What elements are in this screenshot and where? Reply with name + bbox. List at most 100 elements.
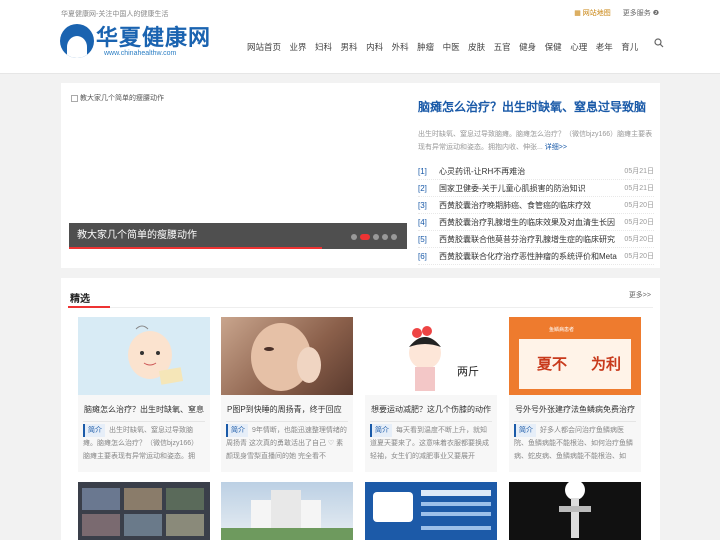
hospital-building-image [221, 490, 353, 540]
broken-image-icon [71, 94, 78, 102]
news-date: 05月20日 [624, 202, 654, 209]
news-list: [1] 心灵药讯-让RH不再难治 05月21日 [2] 国家卫健委-关于儿童心肌损害的… [418, 163, 654, 265]
news-title[interactable]: 西黄胶囊联合化疗治疗恶性肿瘤的系统评价和Meta [439, 248, 624, 264]
article-card-image[interactable] [78, 482, 210, 540]
nav-item[interactable]: 男科 [341, 41, 358, 53]
selection-section: 精选 更多>> 脑瘫怎么治疗？出生时缺氧、窒息 简介 出生时缺氧、窒息过导致脑瘫。… [61, 278, 660, 540]
nav-item[interactable]: 业界 [290, 41, 307, 53]
card-summary: 简介 出生时缺氧、窒息过导致脑瘫。脑瘫怎么治疗？（微信bjzy166）脑瘫主要表现… [83, 421, 205, 460]
card-image[interactable] [221, 317, 353, 395]
slider-dot[interactable] [351, 234, 357, 240]
section-more-link[interactable]: 更多>> [629, 290, 651, 300]
news-num: [1] [418, 167, 427, 176]
promo-poster-image: 夏不 为利 鱼鳞病患者 [519, 326, 631, 389]
cartoon-girl-illustration: 两斤 [409, 326, 479, 391]
news-date: 05月20日 [624, 253, 654, 260]
article-card[interactable]: 夏不 为利 鱼鳞病患者 号外号外张建疗法鱼鳞病免费治疗 简介 好多人都会问治疗鱼鳞病医… [509, 317, 641, 472]
news-title[interactable]: 西黄胶囊治疗乳腺增生的临床效果及对血清生长因 [439, 214, 624, 230]
card-title[interactable]: 脑瘫怎么治疗？出生时缺氧、窒息 [78, 395, 210, 421]
slide-image-alt: 教大家几个简单的瘦腰动作 [80, 95, 164, 102]
featured-more-link[interactable]: 详细>> [545, 144, 567, 151]
card-image-text: 为利 [591, 355, 621, 373]
image-slider[interactable]: 教大家几个简单的瘦腰动作 教大家几个简单的瘦腰动作 [69, 92, 407, 258]
list-item[interactable]: [1] 心灵药讯-让RH不再难治 05月21日 [418, 163, 654, 180]
slider-dot[interactable] [373, 234, 379, 240]
card-image[interactable]: 夏不 为利 鱼鳞病患者 [509, 317, 641, 395]
news-num: [6] [418, 252, 427, 261]
slider-dots [351, 234, 397, 240]
search-icon[interactable] [654, 38, 664, 48]
article-card[interactable]: 脑瘫怎么治疗？出生时缺氧、窒息 简介 出生时缺氧、窒息过导致脑瘫。脑瘫怎么治疗？（… [78, 317, 210, 472]
nav-item[interactable]: 老年 [596, 41, 613, 53]
nav-item[interactable]: 中医 [443, 41, 460, 53]
news-title[interactable]: 西黄胶囊联合他莫昔芬治疗乳腺增生症的临床研究 [439, 231, 624, 247]
card-image[interactable]: 两斤 [365, 317, 497, 395]
summary-tag: 简介 [226, 424, 248, 437]
news-num: [3] [418, 201, 427, 210]
nav-item[interactable]: 肿瘤 [417, 41, 434, 53]
face-photo [251, 323, 321, 391]
news-num: [4] [418, 218, 427, 227]
news-title[interactable]: 心灵药讯-让RH不再难治 [439, 163, 624, 179]
more-services-label: 更多服务 [622, 10, 651, 17]
nav-item[interactable]: 健身 [519, 41, 536, 53]
card-title[interactable]: P图P到快睡的周扬青，终于回应 [221, 395, 353, 421]
nav-item[interactable]: 网站首页 [247, 41, 281, 53]
news-num: [2] [418, 184, 427, 193]
news-date: 05月20日 [624, 219, 654, 226]
featured-title[interactable]: 脑瘫怎么治疗？出生时缺氧、窒息过导致脑 [418, 98, 654, 115]
news-date: 05月20日 [624, 236, 654, 243]
section-divider [68, 307, 653, 308]
nav-item[interactable]: 心理 [570, 41, 587, 53]
slider-dot-active[interactable] [360, 234, 370, 240]
slider-dot[interactable] [382, 234, 388, 240]
article-card-image[interactable] [221, 482, 353, 540]
logo-mark-icon [60, 24, 94, 58]
card-image-text: 两斤 [457, 365, 479, 378]
nav-item[interactable]: 内科 [366, 41, 383, 53]
main-nav: 网站首页 业界 妇科 男科 内科 外科 肿瘤 中医 皮肤 五官 健身 保健 心理… [247, 41, 647, 53]
video-meeting-image [82, 488, 204, 536]
headline-panel: 教大家几个简单的瘦腰动作 教大家几个简单的瘦腰动作 脑瘫怎么治疗？出生时缺氧、窒… [61, 83, 660, 268]
nav-item[interactable]: 皮肤 [468, 41, 485, 53]
summary-tag: 简介 [370, 424, 392, 437]
nav-item[interactable]: 外科 [392, 41, 409, 53]
featured-article: 脑瘫怎么治疗？出生时缺氧、窒息过导致脑 出生时缺氧、窒息过导致脑瘫。脑瘫怎么治疗… [418, 98, 654, 154]
article-card-image[interactable] [365, 482, 497, 540]
news-date: 05月21日 [624, 185, 654, 192]
site-slogan: 华夏健康网-关注中国人的健康生活 [61, 11, 169, 18]
card-title[interactable]: 号外号外张建疗法鱼鳞病免费治疗 [509, 395, 641, 421]
section-underline [68, 306, 110, 308]
article-card[interactable]: P图P到快睡的周扬青，终于回应 简介 9年情断，也能迅速整理情绪的周扬青 这次真的… [221, 317, 353, 472]
news-title[interactable]: 西黄胶囊治疗晚期肺癌、食管癌的临床疗效 [439, 197, 624, 213]
card-image[interactable] [78, 317, 210, 395]
sitemap-link[interactable]: ▦ 网站地图 [574, 8, 611, 18]
featured-summary-text: 出生时缺氧、窒息过导致脑瘫。脑瘫怎么治疗？（微信bjzy166）脑瘫主要表现有异… [418, 131, 653, 151]
summary-tag: 简介 [514, 424, 536, 437]
list-item[interactable]: [3] 西黄胶囊治疗晚期肺癌、食管癌的临床疗效 05月20日 [418, 197, 654, 214]
news-title[interactable]: 国家卫健委-关于儿童心肌损害的防治知识 [439, 180, 624, 196]
summary-tag: 简介 [83, 424, 105, 437]
list-item[interactable]: [6] 西黄胶囊联合化疗治疗恶性肿瘤的系统评价和Meta 05月20日 [418, 248, 654, 265]
nav-item[interactable]: 五官 [494, 41, 511, 53]
list-item[interactable]: [4] 西黄胶囊治疗乳腺增生的临床效果及对血清生长因 05月20日 [418, 214, 654, 231]
article-card[interactable]: 两斤 想要运动减肥？这几个伤膝的动作 简介 每天看到温度不断上升，就知道夏天要来了… [365, 317, 497, 472]
card-image-text: 夏不 [536, 356, 567, 373]
slide-image[interactable]: 教大家几个简单的瘦腰动作 [71, 93, 164, 103]
top-links: ▦ 网站地图 更多服务 ❷ [574, 8, 659, 18]
nav-item[interactable]: 保健 [545, 41, 562, 53]
list-item[interactable]: [5] 西黄胶囊联合他莫昔芬治疗乳腺增生症的临床研究 05月20日 [418, 231, 654, 248]
card-summary: 简介 9年情断，也能迅速整理情绪的周扬青 这次真的勇敢活出了自己 ♡ 素颜现身雪梨… [226, 421, 348, 460]
more-services-link[interactable]: 更多服务 ❷ [623, 8, 659, 18]
sitemap-label: 网站地图 [582, 10, 611, 17]
nav-item[interactable]: 妇科 [315, 41, 332, 53]
article-card-image[interactable] [509, 482, 641, 540]
card-title[interactable]: 想要运动减肥？这几个伤膝的动作 [365, 395, 497, 421]
site-logo[interactable]: 华夏健康网 www.chinahealthw.com [60, 24, 211, 58]
list-item[interactable]: [2] 国家卫健委-关于儿童心肌损害的防治知识 05月21日 [418, 180, 654, 197]
medical-device-image [559, 482, 591, 538]
logo-title: 华夏健康网 [96, 24, 212, 50]
baby-illustration [128, 325, 184, 385]
nav-item[interactable]: 育儿 [621, 41, 638, 53]
slider-dot[interactable] [391, 234, 397, 240]
